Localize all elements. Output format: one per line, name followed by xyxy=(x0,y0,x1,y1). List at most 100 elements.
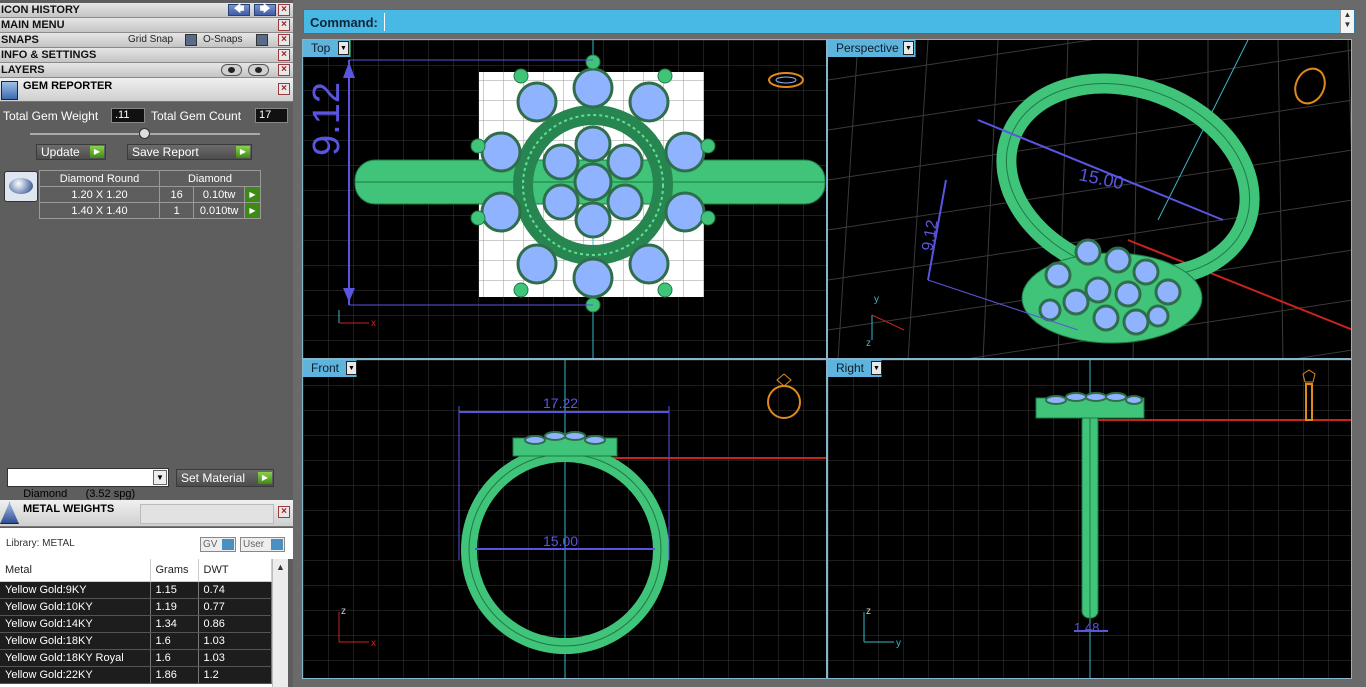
front-outer-dimension: 17.22 xyxy=(543,395,578,411)
main-menu-header[interactable]: MAIN MENU xyxy=(0,18,293,33)
table-row[interactable]: Yellow Gold:18KY 1.6 1.03 xyxy=(0,632,272,650)
metal-cell: Yellow Gold:10KY xyxy=(0,598,151,616)
total-gem-count-value: 17 xyxy=(255,108,288,123)
total-gem-weight-value: .11 xyxy=(111,108,145,123)
metal-cell: Yellow Gold:18KY Royal xyxy=(0,649,151,667)
command-scrollbar[interactable]: ▲ ▼ xyxy=(1340,10,1354,33)
gem-weight-cell: 0.010tw xyxy=(193,202,245,219)
table-row[interactable]: 1.20 X 1.20 16 0.10tw ▶ xyxy=(39,186,262,203)
o-snaps-label: O-Snaps xyxy=(203,34,243,45)
icon-history-header[interactable]: ICON HISTORY 🡄 🡆 xyxy=(0,3,293,18)
dwt-column-header[interactable]: DWT xyxy=(198,559,272,582)
gem-table-header: Diamond Round Diamond xyxy=(39,170,261,187)
snaps-title: SNAPS xyxy=(1,34,39,46)
chevron-down-icon[interactable]: ▼ xyxy=(903,41,914,55)
table-row[interactable]: Yellow Gold:14KY 1.34 0.86 xyxy=(0,615,272,633)
set-material-button[interactable]: Set Material ▶ xyxy=(176,469,274,487)
chevron-down-icon[interactable]: ▼ xyxy=(346,361,357,375)
scroll-up-icon[interactable]: ▲ xyxy=(1341,10,1354,20)
close-icon[interactable]: × xyxy=(278,4,290,16)
user-toggle[interactable]: User xyxy=(240,537,285,552)
top-view-title: Top xyxy=(311,41,331,55)
update-label: Update xyxy=(41,145,80,159)
chevron-down-icon[interactable]: ▼ xyxy=(338,41,349,55)
dwt-cell: 0.74 xyxy=(198,581,272,599)
gem-reporter-icon xyxy=(1,81,18,100)
forward-arrow-icon[interactable]: 🡆 xyxy=(254,4,276,16)
perspective-width-label: 15.00 xyxy=(1077,164,1125,193)
close-icon[interactable]: × xyxy=(278,506,290,518)
close-icon[interactable]: × xyxy=(278,64,290,76)
table-row[interactable]: Yellow Gold:9KY 1.15 0.74 xyxy=(0,581,272,599)
top-view-canvas: 9.12 x xyxy=(303,40,826,358)
close-icon[interactable]: × xyxy=(278,34,290,46)
gem-shape-header: Diamond Round xyxy=(39,170,160,187)
update-button[interactable]: Update ▶ xyxy=(36,144,106,160)
play-icon[interactable]: ▶ xyxy=(243,202,262,219)
scroll-down-icon[interactable]: ▼ xyxy=(1341,20,1354,30)
front-viewport[interactable]: 17.22 15.00 z x Front ▼ xyxy=(302,359,827,679)
gem-table: Diamond Round Diamond 1.20 X 1.20 16 0.1… xyxy=(39,170,262,219)
axis-y-label: y xyxy=(874,294,879,305)
gv-toggle[interactable]: GV xyxy=(200,537,236,552)
chevron-down-icon[interactable]: ▼ xyxy=(871,361,882,375)
command-label: Command: xyxy=(310,15,378,30)
gem-count-cell: 16 xyxy=(158,186,195,203)
layer-visibility-icon[interactable] xyxy=(221,64,242,76)
table-row[interactable]: Yellow Gold:10KY 1.19 0.77 xyxy=(0,598,272,616)
play-icon: ▶ xyxy=(90,146,104,158)
command-input[interactable] xyxy=(384,13,1336,31)
grid-snap-label: Grid Snap xyxy=(128,34,174,45)
total-gem-weight-label: Total Gem Weight xyxy=(3,109,99,123)
gem-count-cell: 1 xyxy=(158,202,195,219)
dwt-cell: 1.2 xyxy=(198,666,272,684)
metal-weights-title: METAL WEIGHTS xyxy=(23,503,115,515)
dwt-cell: 1.03 xyxy=(198,632,272,650)
close-icon[interactable]: × xyxy=(278,83,290,95)
back-arrow-icon[interactable]: 🡄 xyxy=(228,4,250,16)
metal-weights-table: Metal Grams DWT Yellow Gold:9KY 1.15 0.74 … xyxy=(0,559,288,687)
metal-table-scrollbar[interactable]: ▲ xyxy=(272,559,288,687)
front-inner-dimension: 15.00 xyxy=(543,533,578,549)
close-icon[interactable]: × xyxy=(278,19,290,31)
metal-cell: Yellow Gold:9KY xyxy=(0,581,151,599)
grams-cell: 1.19 xyxy=(150,598,199,616)
table-row[interactable]: 1.40 X 1.40 1 0.010tw ▶ xyxy=(39,202,262,219)
save-report-label: Save Report xyxy=(132,145,199,159)
o-snaps-toggle[interactable] xyxy=(256,34,268,46)
axis-z-label: z xyxy=(341,606,346,617)
gem-size-cell: 1.20 X 1.20 xyxy=(39,186,160,203)
scroll-up-icon[interactable]: ▲ xyxy=(273,562,288,572)
icon-history-title: ICON HISTORY xyxy=(1,4,80,16)
play-icon[interactable]: ▶ xyxy=(243,186,262,203)
info-settings-header[interactable]: INFO & SETTINGS xyxy=(0,48,293,63)
save-report-button[interactable]: Save Report ▶ xyxy=(127,144,252,160)
table-row[interactable]: Yellow Gold:22KY 1.86 1.2 xyxy=(0,666,272,684)
material-select[interactable]: Diamond (3.52 spg) ▼ xyxy=(7,468,169,500)
perspective-viewport[interactable]: 15.00 9.12 y z Perspective ▼ xyxy=(827,39,1352,359)
gem-weight-cell: 0.10tw xyxy=(193,186,245,203)
layers-title: LAYERS xyxy=(1,64,45,76)
table-row[interactable]: Yellow Gold:18KY Royal 1.6 1.03 xyxy=(0,649,272,667)
axis-x-label: x xyxy=(371,638,376,649)
axis-y-label: y xyxy=(896,638,901,649)
eye-icon[interactable] xyxy=(248,64,269,76)
metal-cell: Yellow Gold:18KY xyxy=(0,632,151,650)
set-material-label: Set Material xyxy=(181,471,246,485)
grams-column-header[interactable]: Grams xyxy=(150,559,199,582)
grid-snap-toggle[interactable] xyxy=(185,34,197,46)
layers-header[interactable]: LAYERS xyxy=(0,63,293,78)
gem-slider-handle[interactable] xyxy=(139,128,150,139)
main-menu-title: MAIN MENU xyxy=(1,19,65,31)
metal-weights-tab-strip xyxy=(140,504,274,524)
right-viewport[interactable]: 1.48 z y Right ▼ xyxy=(827,359,1352,679)
round-diamond-icon xyxy=(4,171,38,202)
close-icon[interactable]: × xyxy=(278,49,290,61)
grams-cell: 1.6 xyxy=(150,632,199,650)
snaps-header[interactable]: SNAPS Grid Snap O-Snaps xyxy=(0,33,293,48)
metal-column-header[interactable]: Metal xyxy=(0,559,151,582)
chevron-down-icon[interactable]: ▼ xyxy=(153,470,167,485)
info-settings-title: INFO & SETTINGS xyxy=(1,49,97,61)
workspace: Command: ▲ ▼ 9.12 x Top ▼ 15.00 9.12 y z… xyxy=(293,0,1366,687)
top-viewport[interactable]: 9.12 x Top ▼ xyxy=(302,39,827,359)
